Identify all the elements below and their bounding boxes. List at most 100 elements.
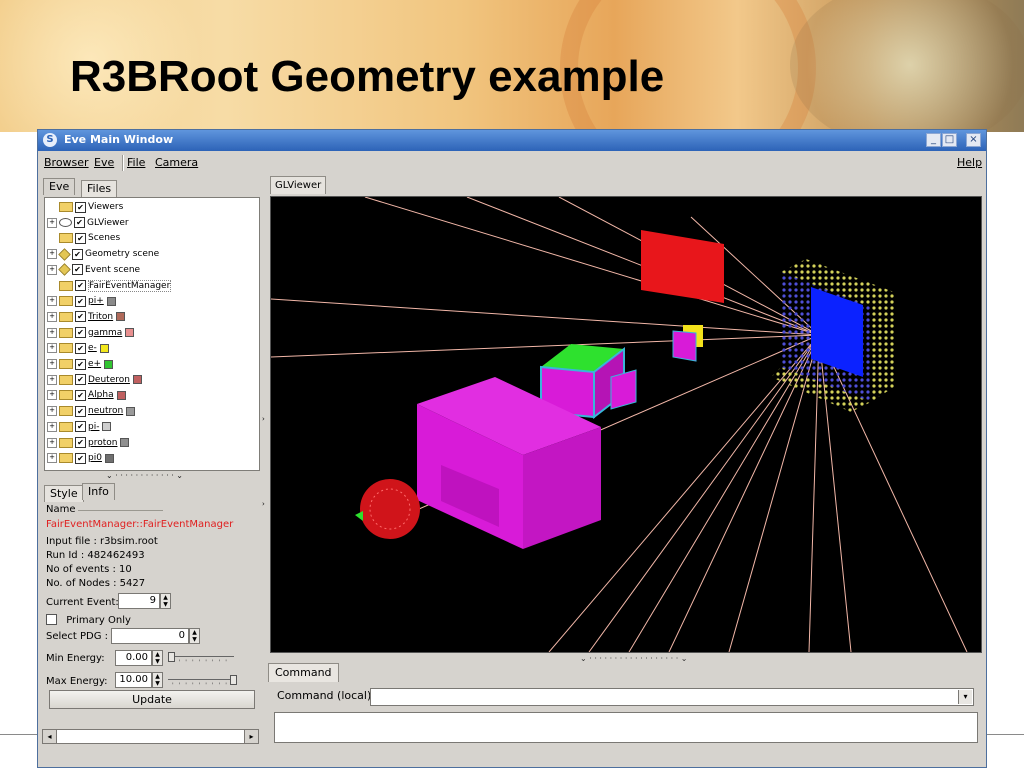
command-input[interactable]: ▾ — [370, 688, 974, 706]
window-titlebar[interactable]: S Eve Main Window _ □ × — [38, 130, 986, 151]
visibility-checkbox[interactable]: ✔ — [75, 232, 86, 244]
color-swatch[interactable] — [120, 438, 130, 447]
max-energy-field[interactable]: 10.00 — [115, 672, 152, 688]
color-swatch[interactable] — [132, 375, 142, 385]
eve-list-tree[interactable]: ✔ Viewers + ✔ GLViewer ✔ Scenes + ✔ Geometry scen… — [44, 197, 260, 471]
maximize-button[interactable]: □ — [942, 133, 957, 147]
expand-icon[interactable]: + — [47, 327, 57, 338]
visibility-checkbox[interactable]: ✔ — [75, 342, 86, 354]
expand-icon[interactable]: + — [47, 249, 57, 260]
tree-item[interactable]: ✔ Scenes — [47, 231, 120, 245]
visibility-checkbox[interactable]: ✔ — [75, 327, 86, 339]
color-swatch[interactable] — [125, 328, 135, 338]
primary-only-checkbox[interactable] — [46, 614, 57, 625]
tree-item[interactable]: + ✔ Alpha — [47, 388, 126, 402]
scroll-right-icon[interactable]: ▸ — [244, 730, 258, 743]
visibility-checkbox[interactable]: ✔ — [75, 452, 86, 464]
tab-style[interactable]: Style — [44, 485, 84, 502]
close-button[interactable]: × — [966, 133, 981, 147]
visibility-checkbox[interactable]: ✔ — [75, 280, 86, 291]
visibility-checkbox[interactable]: ✔ — [75, 374, 86, 386]
tab-eve[interactable]: Eve — [43, 178, 76, 195]
color-swatch[interactable] — [104, 453, 114, 463]
visibility-checkbox[interactable]: ✔ — [72, 248, 83, 260]
color-swatch[interactable] — [116, 390, 126, 400]
visibility-checkbox[interactable]: ✔ — [75, 421, 86, 433]
visibility-checkbox[interactable]: ✔ — [75, 405, 86, 417]
minimize-button[interactable]: _ — [926, 133, 941, 147]
tree-resize-handle[interactable]: ⌄ · · · · · · · · · · · · ⌄ — [44, 471, 260, 480]
panel-splitter[interactable]: › › — [262, 180, 266, 746]
tree-item[interactable]: ✔ FairEventManager — [47, 278, 255, 293]
tree-item[interactable]: ✔ Viewers — [47, 200, 123, 214]
expand-icon[interactable]: + — [47, 374, 57, 385]
tree-item[interactable]: + ✔ proton — [47, 436, 130, 450]
select-pdg-stepper[interactable]: ▲ ▼ — [189, 628, 200, 644]
tree-item[interactable]: + ✔ neutron — [47, 404, 136, 418]
visibility-checkbox[interactable]: ✔ — [74, 217, 85, 229]
tab-files[interactable]: Files — [81, 180, 118, 197]
max-energy-slider-thumb[interactable] — [230, 675, 237, 685]
color-swatch[interactable] — [106, 296, 116, 306]
color-swatch[interactable] — [102, 422, 112, 432]
min-energy-slider-track[interactable] — [168, 656, 234, 657]
tree-item[interactable]: + ✔ pi+ — [47, 294, 116, 308]
color-swatch[interactable] — [116, 312, 126, 322]
color-swatch[interactable] — [104, 359, 114, 369]
tree-item[interactable]: + ✔ e- — [47, 341, 109, 355]
select-pdg-field[interactable]: 0 — [111, 628, 189, 644]
menu-file[interactable]: File — [127, 156, 145, 169]
expand-icon[interactable]: + — [47, 406, 57, 417]
tree-item[interactable]: + ✔ Deuteron — [47, 373, 142, 387]
update-button[interactable]: Update — [49, 690, 255, 709]
visibility-checkbox[interactable]: ✔ — [75, 437, 86, 448]
expand-icon[interactable]: + — [47, 421, 57, 432]
gl-scene[interactable] — [271, 197, 982, 653]
current-event-stepper[interactable]: ▲ ▼ — [160, 593, 171, 609]
menu-camera[interactable]: Camera — [155, 156, 198, 169]
expand-icon[interactable]: + — [47, 217, 57, 228]
current-event-field[interactable]: 9 — [118, 593, 160, 609]
tree-item[interactable]: + ✔ gamma — [47, 326, 135, 340]
expand-icon[interactable]: + — [47, 390, 57, 401]
color-swatch[interactable] — [99, 343, 109, 353]
dropdown-arrow-icon[interactable]: ▾ — [958, 690, 972, 704]
tree-item[interactable]: + ✔ pi0 — [47, 451, 114, 465]
visibility-checkbox[interactable]: ✔ — [75, 201, 86, 213]
viewer-resize-handle[interactable]: ⌄ · · · · · · · · · · · · · · · · · · ⌄ — [580, 654, 688, 663]
visibility-checkbox[interactable]: ✔ — [75, 389, 86, 401]
tree-item[interactable]: + ✔ Event scene — [47, 263, 140, 277]
max-energy-stepper[interactable]: ▲ ▼ — [152, 672, 163, 688]
tree-item[interactable]: + ✔ e+ — [47, 357, 114, 371]
horizontal-scrollbar[interactable]: ◂ ▸ — [42, 729, 259, 744]
expand-icon[interactable]: + — [47, 311, 57, 322]
menu-browser[interactable]: Browser — [44, 156, 89, 169]
expand-icon[interactable]: + — [47, 359, 57, 369]
scroll-left-icon[interactable]: ◂ — [43, 730, 57, 743]
tab-glviewer[interactable]: GLViewer — [270, 176, 327, 194]
expand-icon[interactable]: + — [47, 343, 57, 354]
menu-help[interactable]: Help — [957, 156, 982, 169]
visibility-checkbox[interactable]: ✔ — [72, 264, 83, 276]
tree-item[interactable]: + ✔ Triton — [47, 310, 126, 324]
gl-viewport[interactable] — [270, 196, 982, 653]
tab-info[interactable]: Info — [82, 483, 115, 500]
tree-item[interactable]: + ✔ GLViewer — [47, 216, 129, 230]
expand-icon[interactable]: + — [47, 264, 57, 275]
primary-only-row[interactable]: Primary Only — [46, 614, 131, 626]
min-energy-slider-thumb[interactable] — [168, 652, 175, 662]
menu-eve[interactable]: Eve — [94, 156, 114, 169]
tree-item[interactable]: + ✔ pi- — [47, 420, 112, 434]
expand-icon[interactable]: + — [47, 437, 57, 448]
tab-command[interactable]: Command — [268, 663, 339, 682]
color-swatch[interactable] — [126, 406, 136, 416]
expand-icon[interactable]: + — [47, 453, 57, 464]
min-energy-stepper[interactable]: ▲ ▼ — [152, 650, 163, 666]
visibility-checkbox[interactable]: ✔ — [75, 311, 86, 323]
min-energy-field[interactable]: 0.00 — [115, 650, 152, 666]
tree-item[interactable]: + ✔ Geometry scene — [47, 247, 159, 261]
visibility-checkbox[interactable]: ✔ — [75, 295, 86, 307]
expand-icon[interactable]: + — [47, 296, 57, 307]
max-energy-slider-track[interactable] — [168, 679, 234, 680]
visibility-checkbox[interactable]: ✔ — [75, 358, 86, 370]
